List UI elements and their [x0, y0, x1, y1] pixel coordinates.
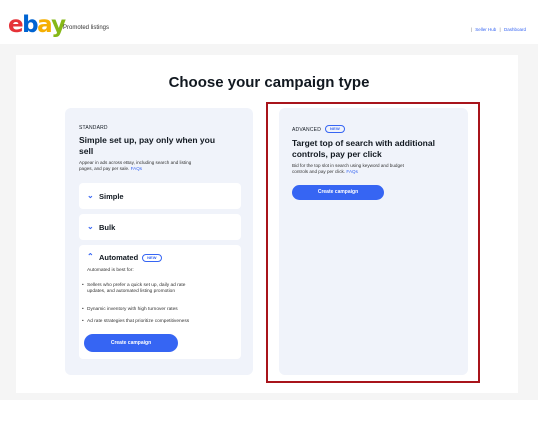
standard-description: Appear in ads across eBay, including sea…	[79, 160, 192, 172]
header-links: | Seller Hub | Dashboard	[470, 27, 526, 32]
section-simple-label: Simple	[99, 192, 124, 201]
logo-letter-b: b	[22, 12, 38, 38]
page-footer-space	[0, 400, 538, 424]
seller-hub-link[interactable]: Seller Hub	[475, 27, 496, 32]
list-item: Dynamic inventory with high turnover rat…	[82, 307, 237, 313]
standard-create-campaign-button[interactable]: Create campaign	[84, 334, 178, 352]
standard-heading: Simple set up, pay only when you sell	[79, 135, 216, 156]
standard-overline: STANDARD	[79, 125, 108, 131]
list-item: Sellers who prefer a quick set up, daily…	[82, 283, 237, 295]
section-bulk-label: Bulk	[99, 223, 116, 232]
logo-letter-e: e	[8, 12, 24, 38]
list-item: Ad rate strategies that prioritize compe…	[82, 319, 237, 325]
chevron-up-icon[interactable]: ⌃	[87, 252, 94, 261]
section-simple[interactable]: ⌄ Simple	[79, 183, 241, 209]
dashboard-link[interactable]: Dashboard	[504, 27, 526, 32]
new-badge: NEW	[142, 254, 162, 262]
chevron-down-icon: ⌄	[87, 191, 94, 200]
section-bulk[interactable]: ⌄ Bulk	[79, 214, 241, 240]
logo-letter-a: a	[37, 12, 53, 38]
page-title: Choose your campaign type	[168, 74, 370, 91]
top-header: ebay Promoted listings | Seller Hub | Da…	[0, 0, 538, 44]
standard-faq-link[interactable]: FAQs	[131, 166, 143, 171]
ebay-logo[interactable]: ebay	[8, 12, 66, 38]
automated-intro: Automated is best for:	[87, 268, 134, 273]
section-automated-label[interactable]: Automated NEW	[99, 253, 162, 262]
header-title: Promoted listings	[63, 25, 110, 31]
selection-highlight	[266, 102, 480, 383]
chevron-down-icon: ⌄	[87, 222, 94, 231]
